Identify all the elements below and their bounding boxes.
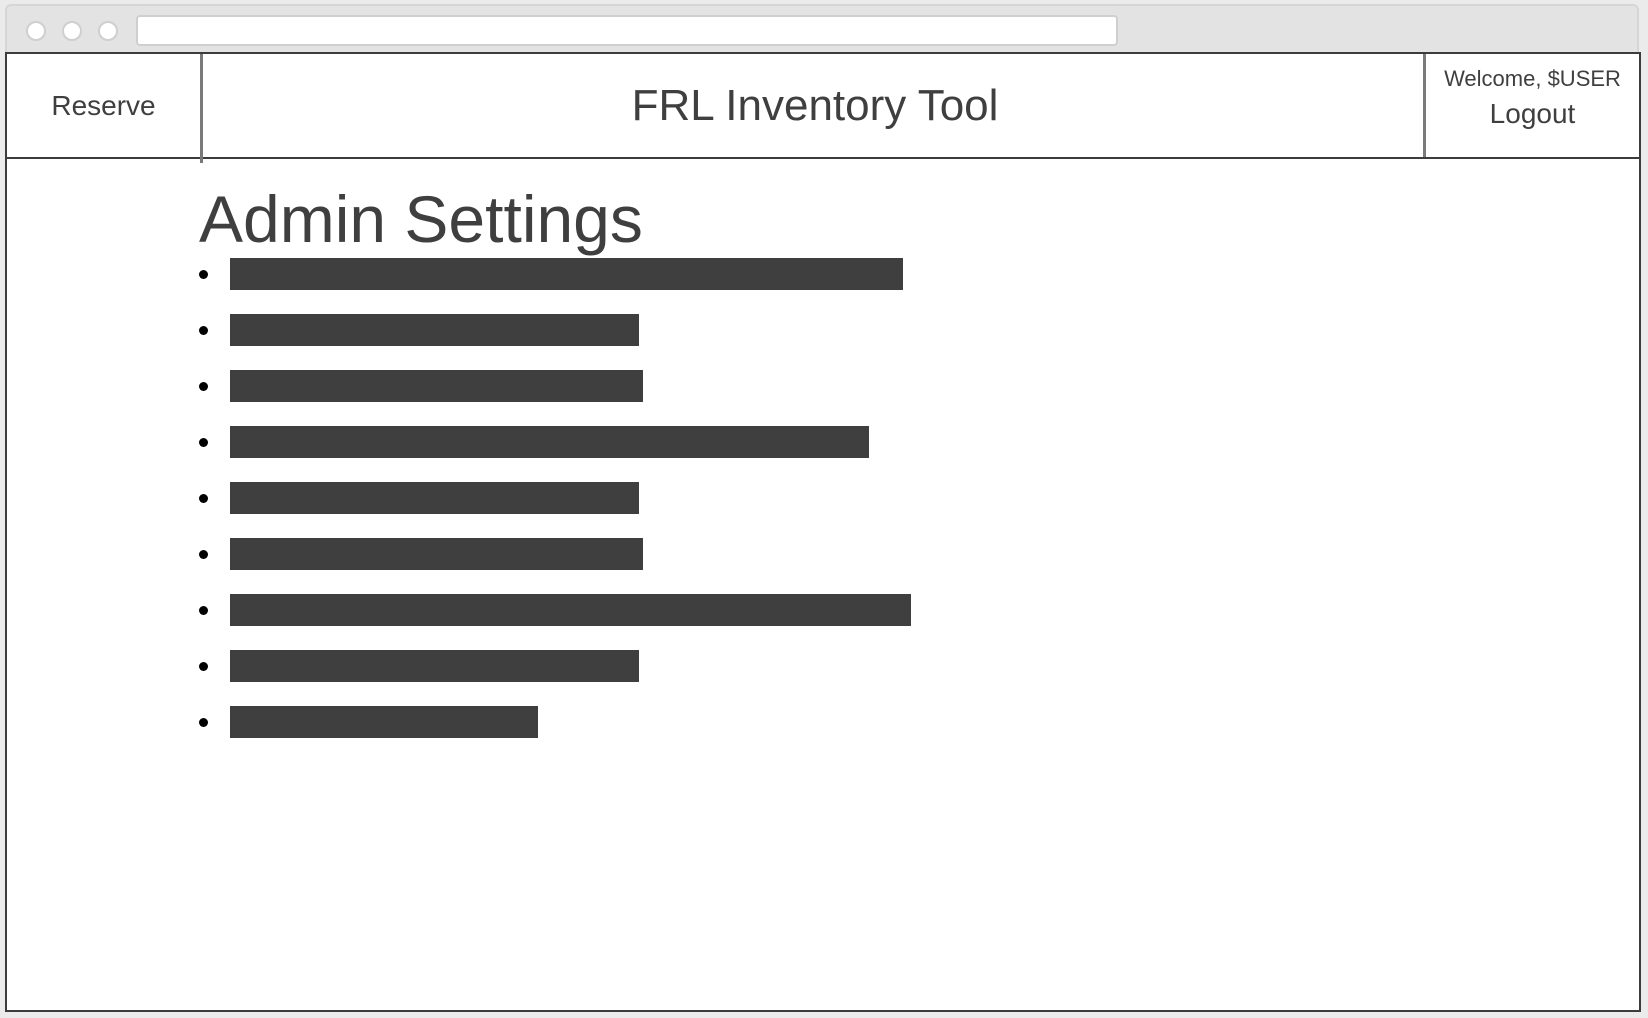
- divider: [200, 157, 203, 163]
- user-panel: Welcome, $USER Logout: [1423, 54, 1639, 157]
- settings-link-placeholder[interactable]: [230, 426, 869, 458]
- settings-link-placeholder[interactable]: [230, 594, 911, 626]
- browser-window: Reserve FRL Inventory Tool Welcome, $USE…: [0, 0, 1648, 1018]
- settings-link-placeholder[interactable]: [230, 258, 903, 290]
- bullet-icon: [199, 606, 208, 615]
- bullet-icon: [199, 494, 208, 503]
- settings-link-placeholder[interactable]: [230, 650, 639, 682]
- bullet-icon: [199, 326, 208, 335]
- page-title: Admin Settings: [199, 182, 643, 256]
- app-title: FRL Inventory Tool: [631, 80, 999, 130]
- settings-link-placeholder[interactable]: [230, 482, 639, 514]
- bullet-icon: [199, 550, 208, 559]
- reserve-nav-label: Reserve: [51, 89, 156, 121]
- bullet-icon: [199, 438, 208, 447]
- settings-link-placeholder[interactable]: [230, 538, 643, 570]
- bullet-icon: [199, 270, 208, 279]
- maximize-window-icon[interactable]: [98, 21, 118, 41]
- settings-link-placeholder[interactable]: [230, 370, 643, 402]
- address-bar[interactable]: [136, 15, 1118, 46]
- bullet-icon: [199, 382, 208, 391]
- browser-titlebar: [5, 4, 1639, 52]
- settings-link-placeholder[interactable]: [230, 314, 639, 346]
- logout-link[interactable]: Logout: [1426, 98, 1639, 130]
- bullet-icon: [199, 718, 208, 727]
- close-window-icon[interactable]: [26, 21, 46, 41]
- app-header: Reserve FRL Inventory Tool Welcome, $USE…: [7, 54, 1639, 163]
- reserve-nav-link[interactable]: Reserve: [7, 54, 203, 157]
- bullet-icon: [199, 662, 208, 671]
- welcome-text: Welcome, $USER: [1444, 66, 1621, 91]
- settings-link-placeholder[interactable]: [230, 706, 538, 738]
- page-content: Reserve FRL Inventory Tool Welcome, $USE…: [5, 52, 1641, 1012]
- minimize-window-icon[interactable]: [62, 21, 82, 41]
